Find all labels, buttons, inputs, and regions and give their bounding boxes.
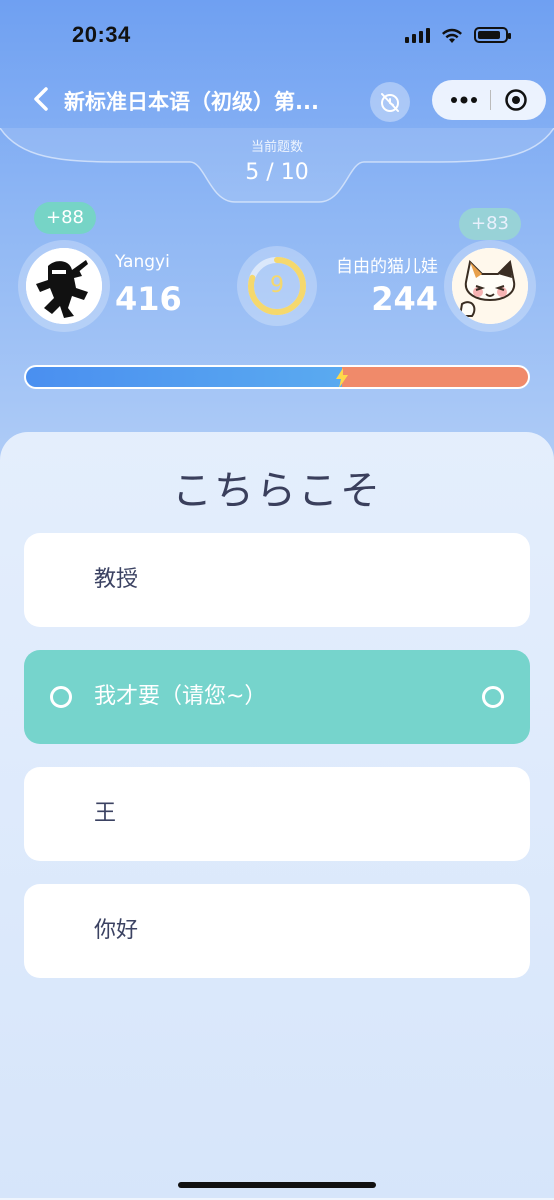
status-time: 20:34 bbox=[72, 22, 131, 47]
progress-right-fill bbox=[342, 367, 528, 387]
mini-program-capsule bbox=[432, 80, 546, 120]
avatar bbox=[26, 248, 102, 324]
target-circle-icon[interactable] bbox=[504, 88, 528, 112]
question-text: こちらこそ bbox=[172, 468, 382, 514]
option-label: 我才要（请您~） bbox=[94, 684, 267, 709]
right-player-score: 244 bbox=[371, 280, 438, 318]
right-gain-badge: +83 bbox=[459, 208, 521, 240]
option-label: 王 bbox=[94, 801, 117, 826]
left-player-name: Yangyi bbox=[115, 252, 170, 272]
timer-off-icon bbox=[381, 93, 399, 112]
right-player-name: 自由的猫儿娃 bbox=[336, 257, 438, 277]
more-dots-icon[interactable] bbox=[450, 95, 478, 105]
circle-left-icon bbox=[50, 686, 72, 708]
lightning-icon bbox=[336, 368, 349, 387]
circle-right-icon bbox=[482, 686, 504, 708]
timer-off-button[interactable] bbox=[370, 82, 410, 122]
left-player-avatar bbox=[18, 240, 110, 332]
chevron-left-icon[interactable] bbox=[28, 84, 56, 114]
status-bar: 20:34 bbox=[0, 0, 554, 72]
avatar bbox=[452, 248, 528, 324]
question-counter-label: 当前题数 bbox=[250, 140, 303, 155]
capsule-divider bbox=[490, 90, 492, 110]
left-gain-badge: +88 bbox=[34, 202, 96, 234]
battery-icon bbox=[474, 27, 511, 43]
countdown-timer: 9 bbox=[237, 246, 317, 326]
progress-left-fill bbox=[26, 367, 343, 387]
right-player-avatar bbox=[444, 240, 536, 332]
ninja-avatar-icon bbox=[26, 248, 102, 324]
status-icons bbox=[405, 26, 511, 44]
wifi-icon bbox=[442, 28, 462, 43]
option-4[interactable]: 你好 bbox=[24, 884, 530, 978]
option-1[interactable]: 教授 bbox=[24, 533, 530, 627]
option-2-selected[interactable]: 我才要（请您~） bbox=[24, 650, 530, 744]
left-player-score: 416 bbox=[115, 280, 182, 318]
option-label: 教授 bbox=[94, 567, 139, 592]
option-label: 你好 bbox=[94, 918, 139, 943]
nav-bar: 新标准日本语（初级）第... bbox=[0, 72, 554, 128]
score-progress-bar bbox=[24, 365, 530, 389]
page-title: 新标准日本语（初级）第... bbox=[64, 90, 319, 114]
cat-avatar-icon bbox=[452, 248, 528, 324]
question-counter-value: 5 / 10 bbox=[245, 160, 309, 185]
home-indicator bbox=[178, 1182, 376, 1188]
progress-track bbox=[26, 367, 528, 387]
signal-icon bbox=[405, 27, 430, 43]
option-3[interactable]: 王 bbox=[24, 767, 530, 861]
timer-seconds: 9 bbox=[270, 273, 284, 298]
